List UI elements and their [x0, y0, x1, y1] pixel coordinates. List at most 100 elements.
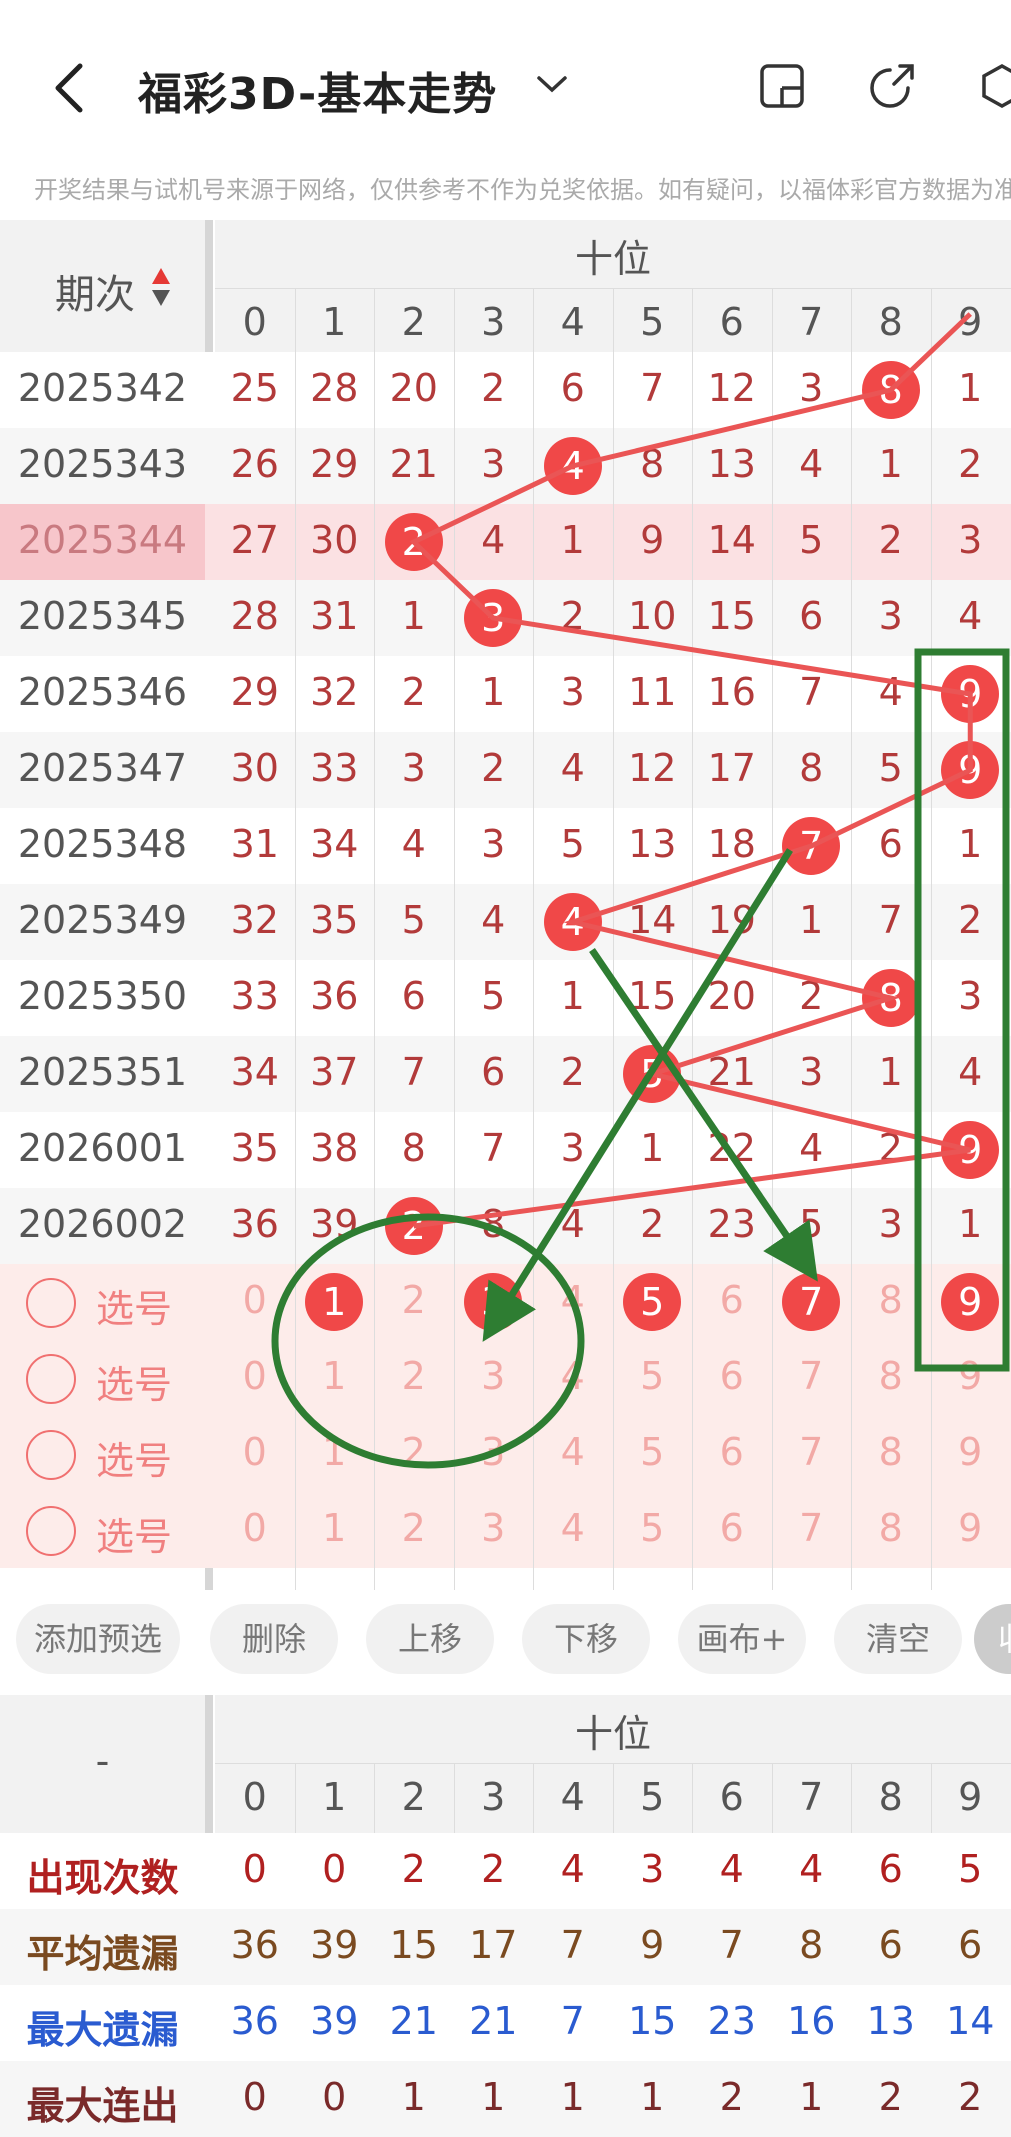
pick-digit[interactable]: 7 — [772, 1430, 852, 1474]
toolbar-button[interactable]: 下移 — [522, 1604, 650, 1674]
pick-radio[interactable] — [26, 1354, 76, 1404]
pick-digit[interactable]: 6 — [692, 1506, 772, 1550]
stats-value: 21 — [389, 1999, 438, 2043]
pick-digit[interactable]: 4 — [533, 1506, 613, 1550]
pick-radio[interactable] — [26, 1430, 76, 1480]
pick-digit[interactable]: 8 — [851, 1506, 931, 1550]
page-title[interactable]: 福彩3D-基本走势 — [138, 58, 497, 122]
pick-digit[interactable]: 4 — [533, 1430, 613, 1474]
miss-value: 1 — [481, 670, 506, 714]
column-divider — [612, 288, 614, 1590]
pick-digit[interactable]: 8 — [851, 1278, 931, 1322]
miss-value: 4 — [958, 594, 983, 638]
pick-digit[interactable]: 4 — [533, 1278, 613, 1322]
miss-value: 5 — [481, 974, 506, 1018]
pick-digit[interactable]: 0 — [215, 1430, 295, 1474]
digit-header: 4 — [560, 300, 585, 344]
settings-icon[interactable] — [982, 62, 1011, 110]
pick-ball-selected[interactable]: 5 — [623, 1273, 682, 1331]
sort-icon[interactable] — [150, 266, 172, 308]
pick-digit[interactable]: 2 — [374, 1278, 454, 1322]
pick-radio[interactable] — [26, 1506, 76, 1556]
miss-value: 29 — [230, 670, 279, 714]
pick-digit[interactable]: 6 — [692, 1354, 772, 1398]
pick-digit[interactable]: 7 — [772, 1354, 852, 1398]
pick-digit[interactable]: 1 — [295, 1430, 375, 1474]
toolbar-button[interactable]: 添加预选 — [16, 1604, 180, 1674]
pick-digit[interactable]: 0 — [215, 1354, 295, 1398]
pick-label[interactable]: 选号 — [96, 1506, 172, 1561]
pick-digit[interactable]: 2 — [374, 1430, 454, 1474]
miss-value: 15 — [628, 974, 677, 1018]
miss-value: 31 — [310, 594, 359, 638]
miss-value: 4 — [401, 822, 426, 866]
miss-value: 4 — [481, 898, 506, 942]
miss-value: 23 — [707, 1202, 756, 1246]
pick-label[interactable]: 选号 — [96, 1278, 172, 1333]
pick-digit[interactable]: 7 — [772, 1506, 852, 1550]
share-icon[interactable] — [868, 62, 916, 110]
pick-digit[interactable]: 1 — [295, 1506, 375, 1550]
pick-digit[interactable]: 2 — [374, 1354, 454, 1398]
miss-value: 2 — [799, 974, 824, 1018]
stats-value: 36 — [230, 1999, 279, 2043]
back-icon[interactable] — [50, 62, 90, 114]
pick-ball-selected[interactable]: 9 — [941, 1273, 1000, 1331]
miss-value: 14 — [628, 898, 677, 942]
pick-digit[interactable]: 8 — [851, 1354, 931, 1398]
pick-digit[interactable]: 5 — [613, 1430, 693, 1474]
pick-digit[interactable]: 6 — [692, 1278, 772, 1322]
pick-digit[interactable]: 9 — [931, 1430, 1011, 1474]
layout-icon[interactable] — [758, 62, 806, 110]
miss-value: 5 — [401, 898, 426, 942]
period-cell: 2025348 — [17, 822, 188, 866]
stats-value: 4 — [799, 1847, 824, 1891]
pick-digit[interactable]: 0 — [215, 1506, 295, 1550]
pick-digit[interactable]: 3 — [454, 1430, 534, 1474]
pick-digit[interactable]: 0 — [215, 1278, 295, 1322]
toolbar-button[interactable]: 清空 — [834, 1604, 962, 1674]
pick-digit[interactable]: 3 — [454, 1506, 534, 1550]
pick-label[interactable]: 选号 — [96, 1430, 172, 1485]
pick-digit[interactable]: 5 — [613, 1354, 693, 1398]
stats-value: 0 — [322, 1847, 347, 1891]
pick-radio[interactable] — [26, 1278, 76, 1328]
toolbar-button[interactable]: 收 — [974, 1604, 1011, 1674]
miss-value: 1 — [640, 1126, 665, 1170]
toolbar-button[interactable]: 画布+ — [678, 1604, 806, 1674]
digit-header: 1 — [322, 300, 347, 344]
toolbar-button[interactable]: 上移 — [366, 1604, 494, 1674]
pick-digit[interactable]: 9 — [931, 1506, 1011, 1550]
pick-digit[interactable]: 4 — [533, 1354, 613, 1398]
stats-value: 0 — [322, 2075, 347, 2119]
miss-value: 5 — [799, 518, 824, 562]
miss-value: 3 — [401, 746, 426, 790]
pick-digit[interactable]: 8 — [851, 1430, 931, 1474]
miss-value: 30 — [230, 746, 279, 790]
stats-value: 6 — [878, 1923, 903, 1967]
toolbar-button[interactable]: 删除 — [210, 1604, 338, 1674]
pick-digit[interactable]: 6 — [692, 1430, 772, 1474]
pick-digit[interactable]: 2 — [374, 1506, 454, 1550]
hit-ball: 2 — [384, 1197, 443, 1255]
pick-ball-selected[interactable]: 7 — [782, 1273, 841, 1331]
chevron-down-icon[interactable] — [535, 72, 569, 96]
stats-digit-header: 7 — [799, 1775, 824, 1819]
miss-value: 17 — [707, 746, 756, 790]
pick-digit[interactable]: 9 — [931, 1354, 1011, 1398]
miss-value: 2 — [640, 1202, 665, 1246]
pick-ball-selected[interactable]: 3 — [464, 1273, 523, 1331]
pick-label[interactable]: 选号 — [96, 1354, 172, 1409]
column-divider — [851, 288, 852, 1590]
pick-digit[interactable]: 5 — [613, 1506, 693, 1550]
miss-value: 2 — [878, 1126, 903, 1170]
stats-digit-header: 6 — [719, 1775, 744, 1819]
period-header[interactable]: 期次 — [40, 262, 150, 320]
stats-row-label: 最大连出 — [26, 2084, 179, 2128]
period-cell: 2025350 — [17, 974, 188, 1018]
pick-digit[interactable]: 3 — [454, 1354, 534, 1398]
miss-value: 3 — [878, 1202, 903, 1246]
pick-digit[interactable]: 1 — [295, 1354, 375, 1398]
pick-ball-selected[interactable]: 1 — [305, 1273, 364, 1331]
stats-row-label: 平均遗漏 — [26, 1932, 179, 1976]
